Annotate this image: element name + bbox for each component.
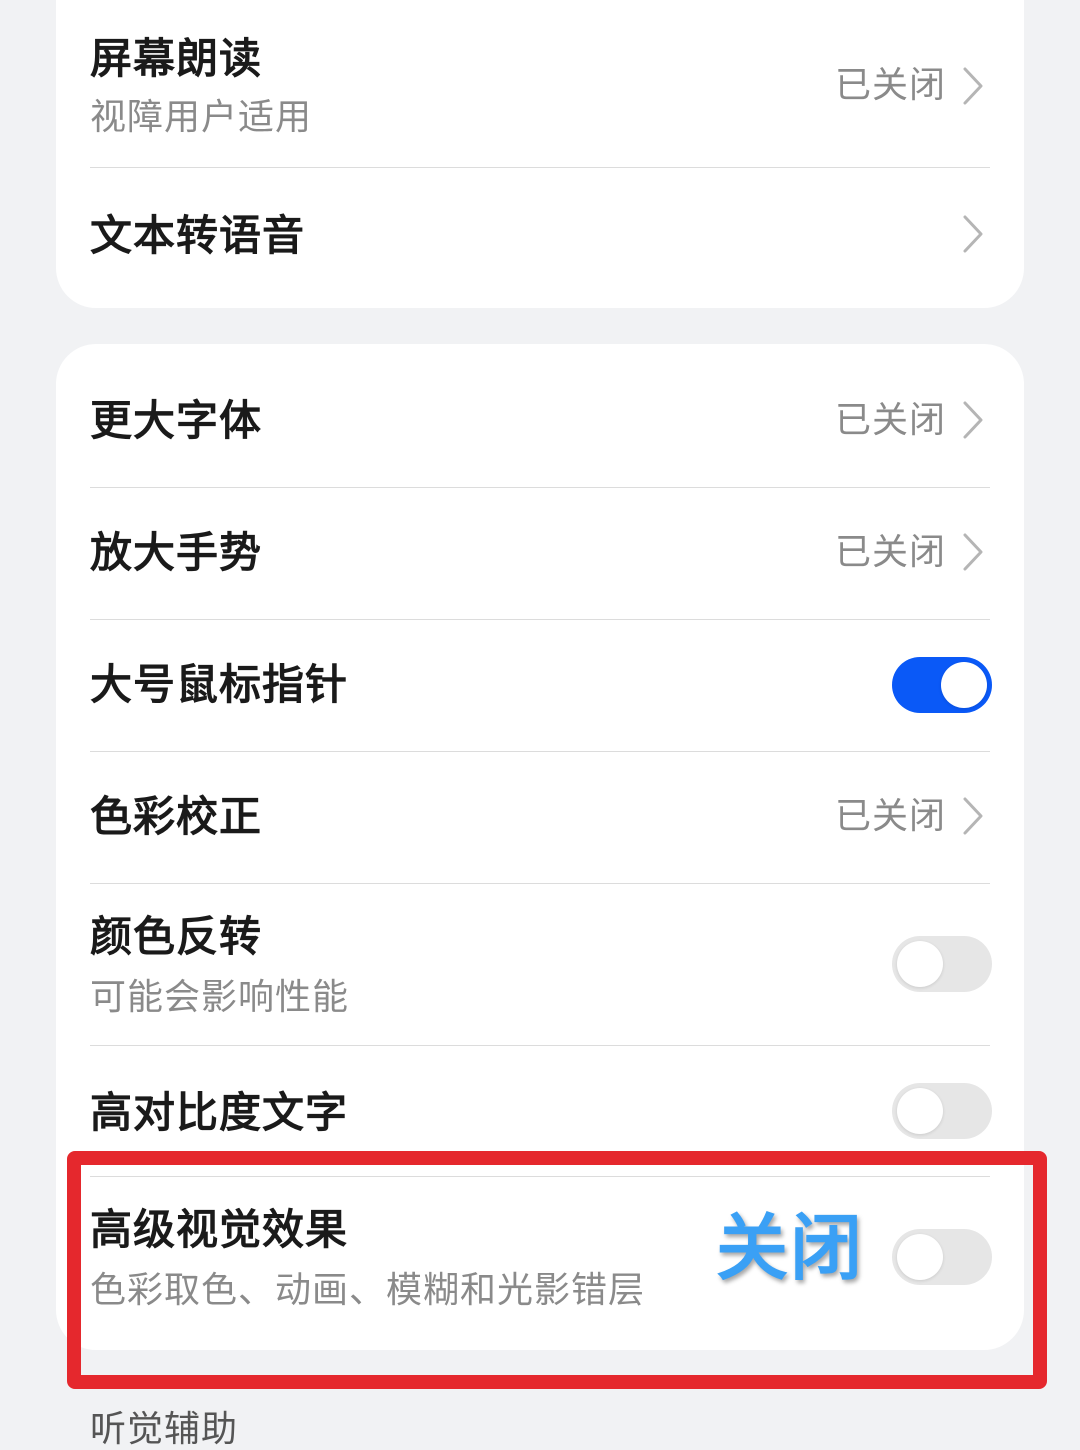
text-to-speech-row[interactable]: 文本转语音: [56, 168, 1024, 308]
magnify-gesture-row[interactable]: 放大手势 已关闭: [56, 488, 1024, 619]
larger-font-row[interactable]: 更大字体 已关闭: [56, 344, 1024, 487]
chevron-right-icon: [963, 533, 983, 571]
screen-reader-subtitle: 视障用户适用: [90, 97, 313, 138]
chevron-right-icon: [963, 401, 983, 439]
color-correction-status: 已关闭: [834, 796, 946, 837]
color-inversion-toggle[interactable]: [892, 936, 992, 992]
high-contrast-text-toggle[interactable]: [892, 1083, 992, 1139]
magnify-gesture-title: 放大手势: [90, 528, 263, 577]
high-contrast-text-row: 高对比度文字: [56, 1046, 1024, 1166]
larger-font-title: 更大字体: [90, 396, 263, 445]
color-correction-row[interactable]: 色彩校正 已关闭: [56, 752, 1024, 883]
color-inversion-subtitle: 可能会影响性能: [90, 977, 350, 1018]
chevron-right-icon: [963, 215, 983, 253]
color-inversion-row: 颜色反转 可能会影响性能: [56, 884, 1024, 1045]
larger-font-status: 已关闭: [834, 400, 946, 441]
large-pointer-title: 大号鼠标指针: [90, 660, 349, 709]
high-contrast-text-title: 高对比度文字: [90, 1088, 349, 1137]
color-inversion-title: 颜色反转: [90, 912, 263, 961]
toggle-knob: [897, 1088, 943, 1134]
screen-reader-row[interactable]: 屏幕朗读 视障用户适用 已关闭: [56, 0, 1024, 167]
settings-group-vision-reading: 屏幕朗读 视障用户适用 已关闭 文本转语音: [56, 0, 1024, 308]
large-pointer-toggle[interactable]: [892, 657, 992, 713]
toggle-knob: [897, 941, 943, 987]
screen-reader-status: 已关闭: [834, 65, 946, 106]
annotation-label: 关闭: [716, 1206, 865, 1290]
magnify-gesture-status: 已关闭: [834, 532, 946, 573]
color-correction-title: 色彩校正: [90, 792, 263, 841]
section-header-hearing: 听觉辅助: [90, 1409, 239, 1450]
chevron-right-icon: [963, 67, 983, 105]
chevron-right-icon: [963, 797, 983, 835]
text-to-speech-title: 文本转语音: [90, 211, 306, 260]
toggle-knob: [941, 662, 987, 708]
highlight-box: [67, 1151, 1047, 1389]
screen-reader-title: 屏幕朗读: [90, 34, 263, 83]
large-pointer-row: 大号鼠标指针: [56, 620, 1024, 751]
